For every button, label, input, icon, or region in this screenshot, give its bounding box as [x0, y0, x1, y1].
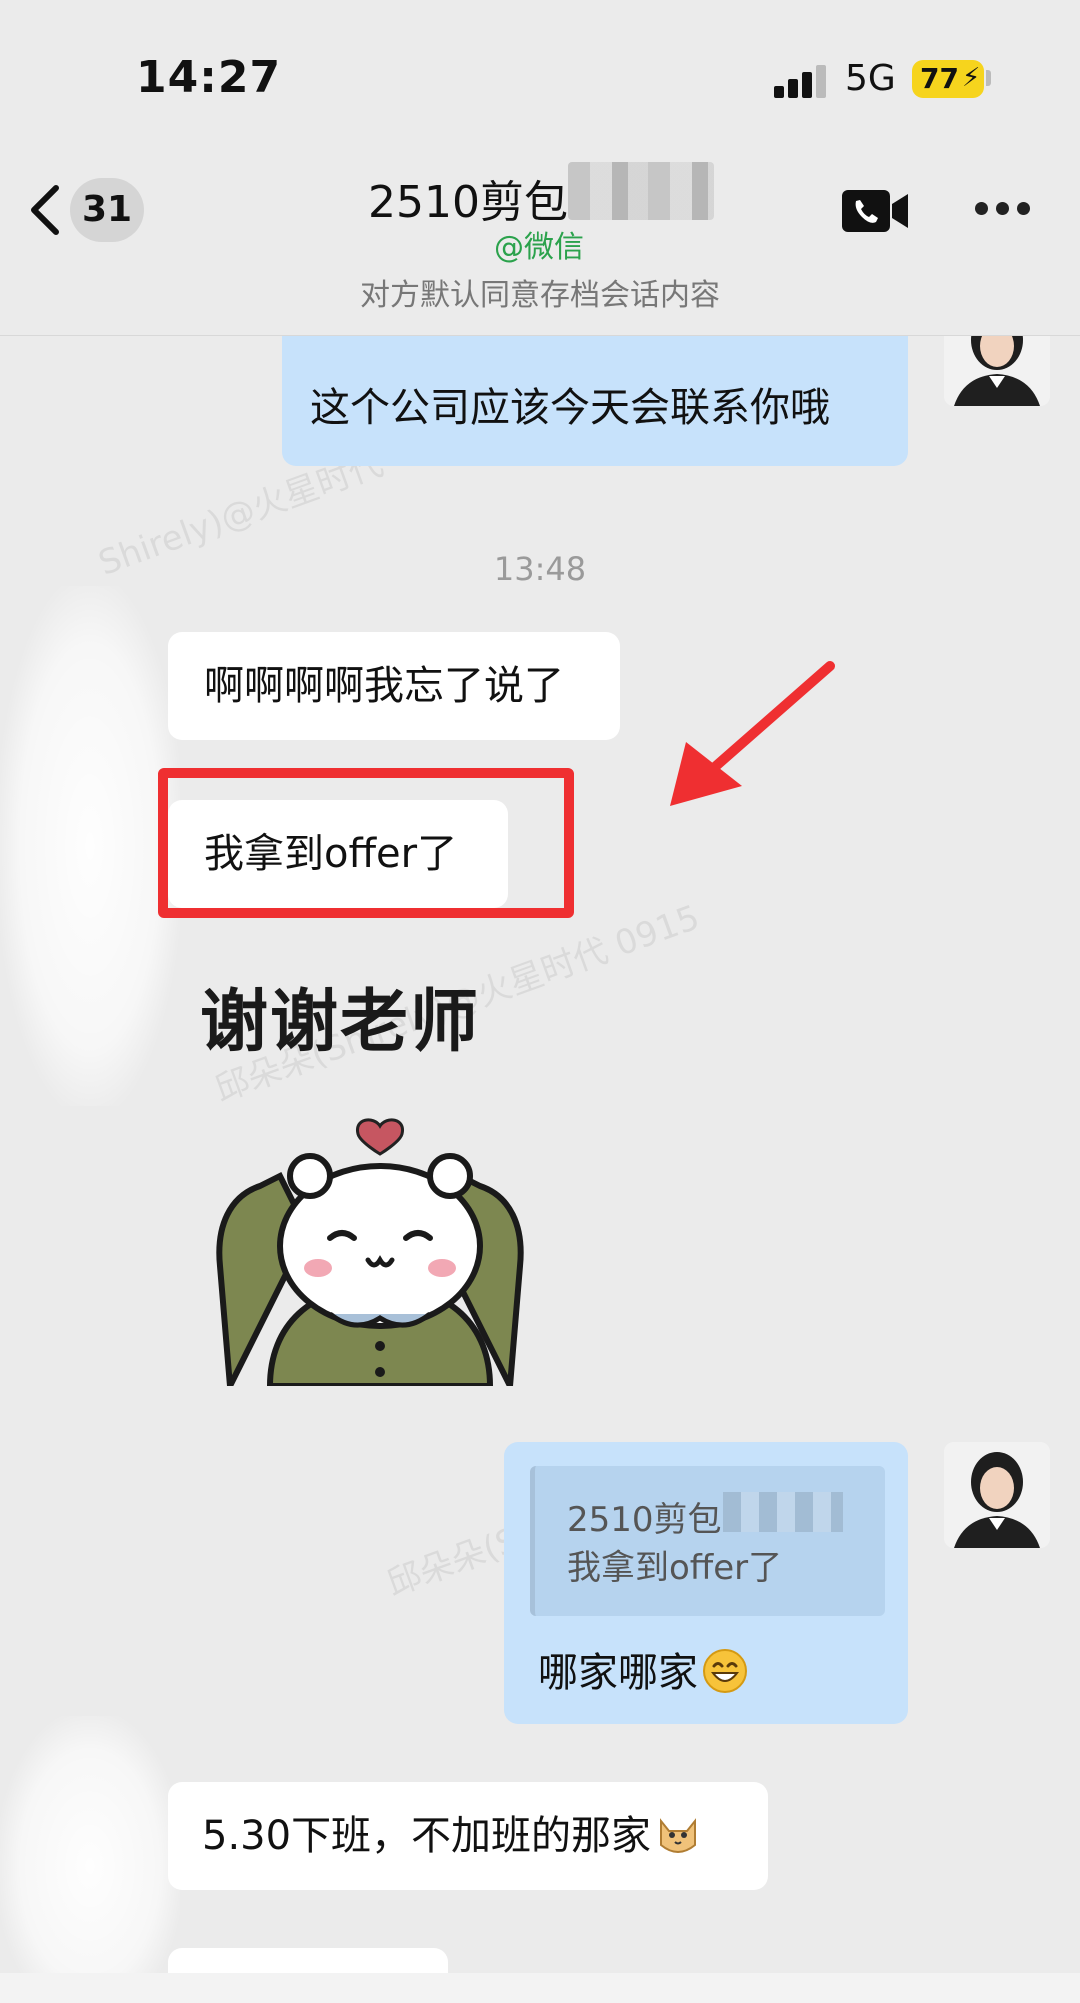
reply-line: 哪家哪家 [538, 1640, 748, 1698]
message-text: 啊啊啊啊我忘了说了 [204, 663, 564, 709]
battery-cap [986, 70, 991, 86]
message-text: 这个公司应该今天会联系你哦 [310, 385, 830, 431]
status-time: 14:27 [136, 52, 282, 103]
quoted-sender: 2510剪包 [567, 1500, 722, 1540]
status-bar: 14:27 5G 77 ⚡ [0, 0, 1080, 150]
avatar-self[interactable] [944, 336, 1050, 406]
video-call-icon[interactable] [842, 190, 908, 232]
chat-title: 2510剪包 [368, 177, 568, 228]
quoted-message[interactable]: 2510剪包 我拿到offer了 [530, 1466, 885, 1616]
chat-header: 31 2510剪包 @微信 对方默认同意存档会话内容 [0, 150, 1080, 336]
chat-subtitle: @微信 [494, 230, 584, 265]
quoted-text: 我拿到offer了 [567, 1548, 783, 1588]
bottom-bar [0, 1973, 1080, 2003]
message-bubble-incoming[interactable]: 啊啊啊啊我忘了说了 [168, 632, 620, 740]
avatar-other-redacted [0, 586, 180, 1106]
message-bubble-incoming[interactable]: 5.30下班，不加班的那家 [168, 1782, 768, 1890]
signal-icon [774, 64, 828, 98]
archive-notice: 对方默认同意存档会话内容 [360, 278, 720, 313]
more-options-icon[interactable] [975, 202, 1031, 218]
avatar-other-redacted [0, 1716, 180, 2003]
message-bubble-outgoing[interactable]: 这个公司应该今天会联系你哦 [282, 336, 908, 466]
cat-emoji-icon [660, 1818, 697, 1853]
battery-icon: 77 ⚡ [912, 60, 984, 98]
message-text: 5.30下班，不加班的那家 [202, 1813, 652, 1859]
battery-level: 77 [920, 62, 959, 95]
grinning-emoji-icon [703, 1649, 747, 1693]
unread-count-badge[interactable]: 31 [70, 178, 144, 242]
message-text: 哪家哪家 [538, 1650, 698, 1696]
message-line: 5.30下班，不加班的那家 [202, 1808, 701, 1864]
network-type: 5G [845, 58, 896, 99]
back-chevron-icon[interactable] [22, 180, 72, 240]
bear-sticker-icon [216, 1118, 524, 1386]
red-arrow-annotation [670, 661, 835, 806]
chat-messages[interactable]: Shirely)@火星时代 邱朵朵(Shirely)@火星时代 0915 邱朵朵… [0, 336, 1080, 2003]
highlight-box [158, 768, 574, 918]
sticker-thank-you[interactable]: 谢谢老师 [190, 966, 570, 1386]
message-timestamp: 13:48 [493, 550, 587, 588]
charging-bolt-icon: ⚡ [962, 63, 981, 93]
avatar-self[interactable] [944, 1442, 1050, 1548]
quoted-sender-redaction [723, 1492, 843, 1532]
title-redaction [568, 162, 714, 220]
